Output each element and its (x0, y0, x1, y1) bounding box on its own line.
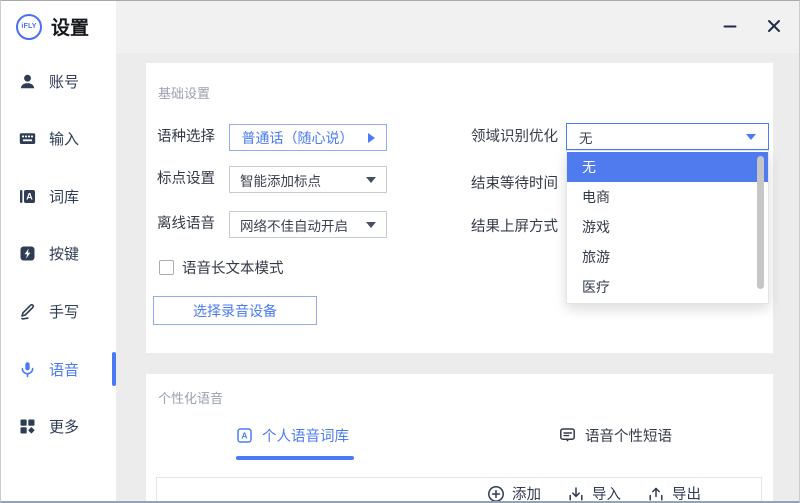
punctuation-select[interactable]: 智能添加标点 (229, 166, 387, 193)
minimize-icon (722, 18, 738, 34)
device-button-label: 选择录音设备 (193, 301, 277, 321)
lexicon-toolbar: 添加 导入 导出 (487, 483, 701, 503)
dropdown-scrollbar[interactable] (757, 156, 764, 289)
sidebar-item-label: 手写 (49, 301, 79, 322)
sidebar-item-label: 词库 (49, 186, 79, 207)
add-label: 添加 (512, 483, 541, 503)
tab-label: 语音个性短语 (585, 425, 672, 446)
punctuation-value: 智能添加标点 (240, 170, 321, 190)
sidebar-item-label: 账号 (49, 71, 79, 92)
sidebar: iFLY 设置 账号 输入 A 词库 (1, 1, 116, 501)
window-controls (719, 15, 785, 37)
offline-value: 网络不佳自动开启 (240, 215, 348, 235)
user-icon (19, 73, 36, 90)
microphone-icon (19, 361, 36, 378)
sidebar-item-label: 输入 (49, 128, 79, 149)
active-tab-underline (236, 456, 354, 460)
add-button[interactable]: 添加 (487, 483, 541, 503)
import-label: 导入 (592, 483, 621, 503)
section-title-personal: 个性化语音 (158, 388, 223, 407)
chevron-down-icon (746, 134, 756, 140)
lexicon-tab-icon: A (236, 427, 253, 444)
export-button[interactable]: 导出 (647, 483, 701, 503)
sidebar-item-label: 语音 (49, 359, 79, 380)
dropdown-option-medical[interactable]: 医疗 (567, 272, 768, 302)
sidebar-item-input[interactable]: 输入 (1, 118, 116, 158)
active-indicator (112, 352, 116, 386)
import-icon (567, 485, 585, 503)
sidebar-item-more[interactable]: 更多 (1, 406, 116, 446)
long-text-label: 语音长文本模式 (182, 257, 284, 278)
screen-mode-label: 结果上屏方式 (471, 217, 558, 237)
keyboard-icon (19, 130, 36, 147)
dropdown-option-games[interactable]: 游戏 (567, 212, 768, 242)
basic-settings-panel: 基础设置 语种选择 普通话（随心说） 标点设置 智能添加标点 离线语音 网络不佳… (146, 63, 773, 353)
import-button[interactable]: 导入 (567, 483, 621, 503)
tab-personal-lexicon[interactable]: A 个人语音词库 (236, 420, 349, 450)
settings-window: iFLY 设置 账号 输入 A 词库 (0, 0, 800, 503)
sidebar-item-handwriting[interactable]: 手写 (1, 291, 116, 331)
app-brand: iFLY 设置 (16, 13, 89, 40)
hotkey-icon (19, 245, 36, 262)
tab-label: 个人语音词库 (262, 425, 349, 446)
domain-dropdown-list: 无 电商 游戏 旅游 医疗 (566, 150, 769, 304)
section-title-basic: 基础设置 (158, 83, 210, 102)
svg-text:A: A (241, 430, 247, 440)
dropdown-option-travel[interactable]: 旅游 (567, 242, 768, 272)
phrase-tab-icon (559, 427, 576, 444)
export-icon (647, 485, 665, 503)
language-select-button[interactable]: 普通话（随心说） (229, 124, 387, 151)
chevron-down-icon (366, 177, 376, 183)
add-circle-icon (487, 485, 505, 503)
language-label: 语种选择 (157, 127, 215, 147)
window-title: 设置 (51, 13, 89, 40)
ifly-logo-icon: iFLY (16, 14, 42, 40)
sidebar-item-lexicon[interactable]: A 词库 (1, 176, 116, 216)
more-icon (19, 418, 36, 435)
personalized-voice-panel: 个性化语音 A 个人语音词库 语音个性短语 添 (146, 374, 773, 503)
sidebar-item-label: 按键 (49, 243, 79, 264)
play-icon[interactable] (368, 133, 375, 143)
domain-value: 无 (579, 127, 593, 147)
dropdown-option-none[interactable]: 无 (567, 152, 768, 182)
titlebar-background (116, 1, 800, 53)
handwriting-icon (19, 303, 36, 320)
dropdown-option-ecommerce[interactable]: 电商 (567, 182, 768, 212)
wait-time-label: 结束等待时间 (471, 174, 558, 194)
offline-select[interactable]: 网络不佳自动开启 (229, 211, 387, 238)
close-button[interactable] (763, 15, 785, 37)
dictionary-icon: A (19, 188, 36, 205)
domain-select[interactable]: 无 (566, 123, 769, 150)
punctuation-label: 标点设置 (157, 169, 215, 189)
sidebar-item-voice[interactable]: 语音 (1, 349, 116, 389)
lexicon-list-box: 添加 导入 导出 (156, 477, 762, 503)
long-text-checkbox[interactable] (159, 260, 174, 275)
language-value: 普通话（随心说） (242, 128, 354, 148)
sidebar-item-account[interactable]: 账号 (1, 61, 116, 101)
sidebar-item-label: 更多 (49, 416, 79, 437)
close-icon (766, 18, 782, 34)
tab-voice-phrases[interactable]: 语音个性短语 (559, 420, 672, 450)
domain-label: 领域识别优化 (471, 127, 558, 147)
minimize-button[interactable] (719, 15, 741, 37)
sidebar-item-hotkeys[interactable]: 按键 (1, 233, 116, 273)
svg-text:A: A (26, 191, 33, 201)
export-label: 导出 (672, 483, 701, 503)
offline-label: 离线语音 (157, 214, 215, 234)
select-recording-device-button[interactable]: 选择录音设备 (153, 296, 317, 325)
long-text-checkbox-row[interactable]: 语音长文本模式 (159, 257, 284, 278)
chevron-down-icon (366, 222, 376, 228)
